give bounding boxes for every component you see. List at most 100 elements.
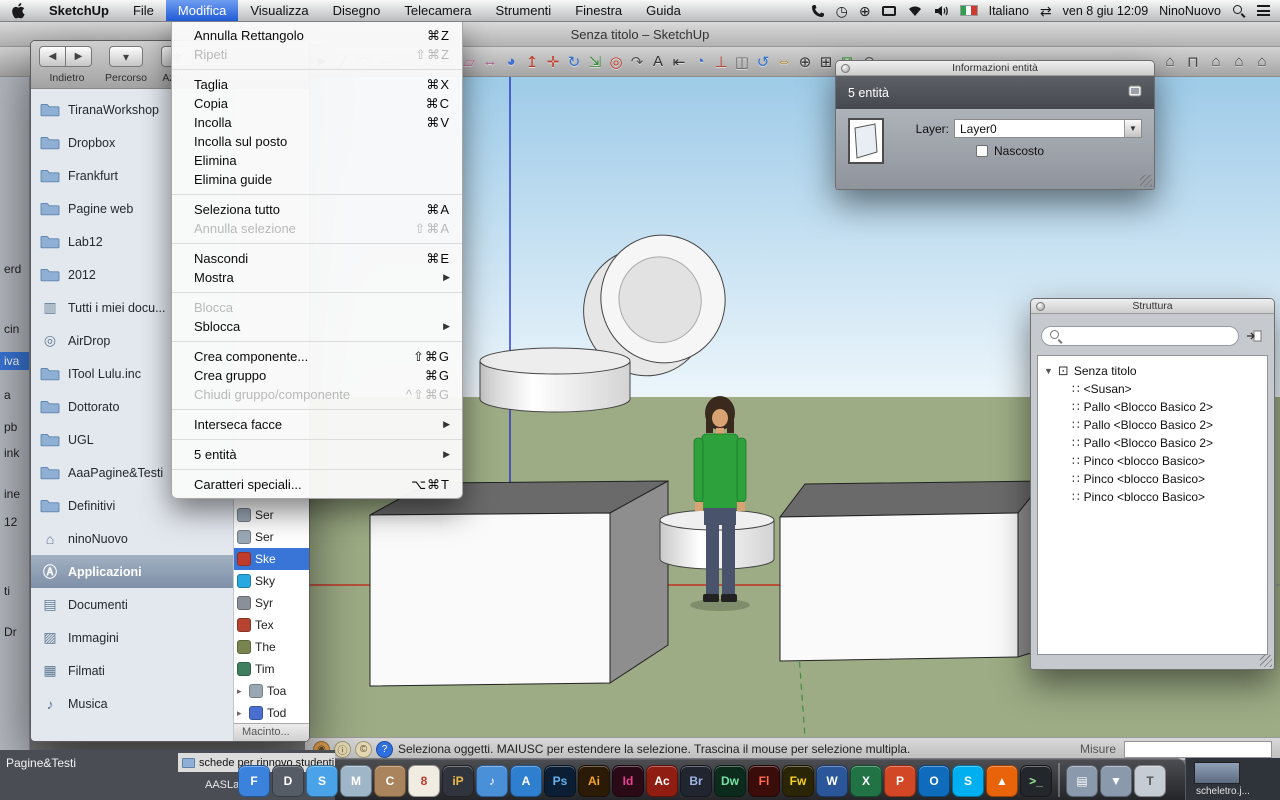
tool-axes-icon[interactable]: ⊥: [711, 50, 731, 73]
menu-item-mostra[interactable]: Mostra▶: [172, 268, 462, 287]
dock-icon-finder[interactable]: F: [238, 765, 270, 797]
model-box-left[interactable]: [370, 481, 668, 686]
dock-icon-vlc[interactable]: ▲: [986, 765, 1018, 797]
dock-icon-fireworks[interactable]: Fw: [782, 765, 814, 797]
file-row-tim[interactable]: Tim: [234, 658, 309, 680]
tool-push-pull-icon[interactable]: ↥: [522, 50, 542, 73]
tool-view-top-icon[interactable]: ⊓: [1183, 50, 1203, 73]
model-box-right[interactable]: [780, 481, 1044, 661]
dock-icon-terminal[interactable]: >_: [1020, 765, 1052, 797]
menubar-user[interactable]: NinoNuovo: [1159, 4, 1221, 18]
dock-icon-safari[interactable]: S: [306, 765, 338, 797]
file-row-toa[interactable]: ▸Toa: [234, 680, 309, 702]
dock-icon-iphoto[interactable]: iP: [442, 765, 474, 797]
dock-icon-itunes[interactable]: ♪: [476, 765, 508, 797]
sidebar-item-ninonuovo[interactable]: ⌂ninoNuovo: [31, 522, 233, 555]
outliner-item[interactable]: ∷Pallo <Blocco Basico 2>: [1038, 434, 1267, 452]
apple-menu[interactable]: [0, 0, 37, 21]
forward-button[interactable]: ▶: [65, 46, 92, 67]
file-row-ske[interactable]: Ske: [234, 548, 309, 570]
menu-item-taglia[interactable]: Taglia⌘X: [172, 75, 462, 94]
tool-pan-icon[interactable]: ⇔: [774, 50, 794, 73]
universal-access-icon[interactable]: ⊕: [859, 4, 871, 18]
outliner-item[interactable]: ∷Pallo <Blocco Basico 2>: [1038, 416, 1267, 434]
tool-scale-icon[interactable]: ⇲: [585, 50, 605, 73]
file-row-ser[interactable]: Ser: [234, 526, 309, 548]
file-row-tex[interactable]: Tex: [234, 614, 309, 636]
dock-icon-excel[interactable]: X: [850, 765, 882, 797]
dock-icon-documents-stack[interactable]: ▤: [1066, 765, 1098, 797]
tool-zoom-window-icon[interactable]: ⊞: [816, 50, 836, 73]
close-icon[interactable]: [841, 64, 850, 73]
tool-view-front-icon[interactable]: ⌂: [1206, 50, 1226, 73]
tool-text-icon[interactable]: A: [648, 50, 668, 73]
disclosure-icon[interactable]: ▸: [237, 708, 245, 719]
file-row-the[interactable]: The: [234, 636, 309, 658]
outliner-root-row[interactable]: ▼ ⊡ Senza titolo: [1038, 362, 1267, 380]
sidebar-item-immagini[interactable]: ▨Immagini: [31, 621, 233, 654]
tool-dimension-icon[interactable]: ⇤: [669, 50, 689, 73]
disclosure-triangle-icon[interactable]: ▼: [1044, 366, 1053, 376]
credits-badge-icon[interactable]: ©: [355, 741, 372, 758]
menu-item-nascondi[interactable]: Nascondi⌘E: [172, 249, 462, 268]
file-row-syr[interactable]: Syr: [234, 592, 309, 614]
menu-item-copia[interactable]: Copia⌘C: [172, 94, 462, 113]
outliner-item[interactable]: ∷Pallo <Blocco Basico 2>: [1038, 398, 1267, 416]
dock-icon-app-store[interactable]: A: [510, 765, 542, 797]
tool-view-right-icon[interactable]: ⌂: [1229, 50, 1249, 73]
input-language[interactable]: Italiano: [989, 4, 1029, 18]
menu-item-caratteri-speciali[interactable]: Caratteri speciali...⌥⌘T: [172, 475, 462, 494]
help-badge-icon[interactable]: ?: [376, 741, 393, 758]
path-button[interactable]: ▾: [109, 46, 143, 67]
menubar-item-disegno[interactable]: Disegno: [321, 0, 393, 21]
tool-view-back-icon[interactable]: ⌂: [1252, 50, 1272, 73]
tool-zoom-icon[interactable]: ⊕: [795, 50, 815, 73]
sidebar-item-documenti[interactable]: ▤Documenti: [31, 588, 233, 621]
outliner-titlebar[interactable]: Struttura: [1031, 299, 1274, 314]
menu-item-crea-gruppo[interactable]: Crea gruppo⌘G: [172, 366, 462, 385]
outliner-item[interactable]: ∷Pinco <blocco Basico>: [1038, 470, 1267, 488]
file-row-ser[interactable]: Ser: [234, 504, 309, 526]
menu-item-elimina[interactable]: Elimina: [172, 151, 462, 170]
dock-icon-calendar[interactable]: 8: [408, 765, 440, 797]
tool-view-iso-icon[interactable]: ⌂: [1160, 50, 1180, 73]
filter-toggle-icon[interactable]: [1242, 326, 1266, 346]
dock-stack-preview[interactable]: scheletro.j...: [1185, 758, 1280, 800]
menu-item-interseca-facce[interactable]: Interseca facce▶: [172, 415, 462, 434]
entity-info-titlebar[interactable]: Informazioni entità: [836, 61, 1154, 76]
file-row-sky[interactable]: Sky: [234, 570, 309, 592]
display-icon[interactable]: [882, 6, 896, 16]
dock-icon-skype[interactable]: S: [952, 765, 984, 797]
tool-rotate-icon[interactable]: ↻: [564, 50, 584, 73]
menubar-item-modifica[interactable]: Modifica: [166, 0, 238, 21]
user-switch-icon[interactable]: ⇄: [1040, 4, 1052, 18]
dock-icon-dreamweaver[interactable]: Dw: [714, 765, 746, 797]
model-cylinder-large[interactable]: [480, 348, 630, 412]
measure-input[interactable]: [1124, 741, 1272, 758]
disclosure-icon[interactable]: ▸: [237, 686, 245, 697]
dock-icon-indesign[interactable]: Id: [612, 765, 644, 797]
file-row-tod[interactable]: ▸Tod: [234, 702, 309, 724]
sidebar-item-filmati[interactable]: ▦Filmati: [31, 654, 233, 687]
italian-flag-icon[interactable]: [960, 5, 978, 16]
notification-center-icon[interactable]: [1257, 5, 1270, 16]
tool-orbit-icon[interactable]: ↺: [753, 50, 773, 73]
menu-item-seleziona-tutto[interactable]: Seleziona tutto⌘A: [172, 200, 462, 219]
resize-handle[interactable]: [1140, 175, 1152, 187]
details-toggle-icon[interactable]: [1128, 85, 1142, 100]
tool-section-plane-icon[interactable]: ◫: [732, 50, 752, 73]
volume-icon[interactable]: [934, 5, 949, 17]
tool-tape-measure-icon[interactable]: ↔: [480, 50, 500, 73]
sidebar-item-applicazioni[interactable]: ⒶApplicazioni: [31, 555, 233, 588]
outliner-item[interactable]: ∷Pinco <blocco Basico>: [1038, 452, 1267, 470]
sidebar-item-musica[interactable]: ♪Musica: [31, 687, 233, 720]
menubar-clock[interactable]: ven 8 giu 12:09: [1063, 4, 1149, 18]
dock-icon-trash[interactable]: T: [1134, 765, 1166, 797]
outliner-item[interactable]: ∷Pinco <blocco Basico>: [1038, 488, 1267, 506]
back-forward-control[interactable]: ◀ ▶: [39, 46, 92, 67]
hidden-checkbox[interactable]: [976, 145, 988, 157]
tool-protractor-icon[interactable]: ◔: [690, 50, 710, 73]
dock-icon-downloads-stack[interactable]: ▼: [1100, 765, 1132, 797]
dock-icon-outlook[interactable]: O: [918, 765, 950, 797]
menu-item-5-entit[interactable]: 5 entità▶: [172, 445, 462, 464]
